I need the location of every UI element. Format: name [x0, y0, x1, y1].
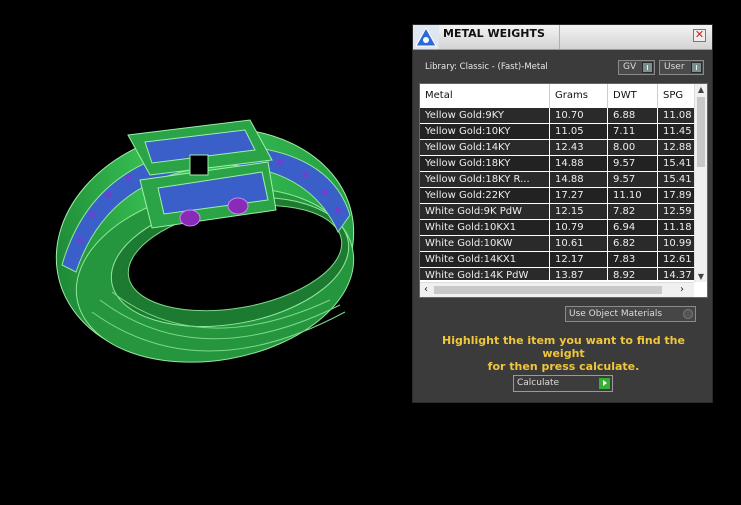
cell-grams: 14.88 — [550, 156, 608, 171]
toggle-switch-icon — [642, 62, 653, 73]
cell-dwt: 9.57 — [608, 156, 658, 171]
metal-table: Metal Grams DWT SPG Yellow Gold:9KY 10.70… — [419, 83, 708, 298]
cell-grams: 13.87 — [550, 268, 608, 280]
cell-grams: 10.70 — [550, 108, 608, 123]
cell-dwt: 11.10 — [608, 188, 658, 203]
cell-metal: Yellow Gold:10KY — [420, 124, 550, 139]
cell-metal: Yellow Gold:14KY — [420, 140, 550, 155]
cell-dwt: 6.82 — [608, 236, 658, 251]
table-row[interactable]: Yellow Gold:18KY R... 14.88 9.57 15.41 — [420, 172, 694, 188]
user-toggle-label: User — [664, 62, 685, 72]
cell-spg: 12.88 — [663, 142, 692, 153]
table-row[interactable]: White Gold:10KW 10.61 6.82 10.99 — [420, 236, 694, 252]
instruction-text: Highlight the item you want to find the … — [421, 334, 706, 373]
cell-grams: 12.15 — [550, 204, 608, 219]
cell-dwt: 8.92 — [608, 268, 658, 280]
instruction-line-1: Highlight the item you want to find the … — [442, 334, 685, 360]
table-row[interactable]: Yellow Gold:10KY 11.05 7.11 11.45 — [420, 124, 694, 140]
cell-grams: 11.05 — [550, 124, 608, 139]
table-row[interactable]: White Gold:14KX1 12.17 7.83 12.61 — [420, 252, 694, 268]
app-logo-icon — [413, 25, 439, 49]
cell-spg: 15.41 — [663, 174, 692, 185]
cell-grams: 14.88 — [550, 172, 608, 187]
gv-toggle-label: GV — [623, 62, 637, 72]
cell-grams: 17.27 — [550, 188, 608, 203]
vertical-scroll-thumb[interactable] — [697, 97, 705, 167]
scroll-down-icon[interactable]: ▼ — [695, 271, 707, 282]
cell-dwt: 9.57 — [608, 172, 658, 187]
radio-icon — [683, 309, 693, 319]
calculate-button[interactable]: Calculate — [513, 375, 613, 392]
scroll-up-icon[interactable]: ▲ — [695, 84, 707, 95]
cell-metal: White Gold:10KW — [420, 236, 550, 251]
cell-grams: 10.79 — [550, 220, 608, 235]
horizontal-scrollbar[interactable]: ‹ › — [420, 282, 694, 297]
table-row[interactable]: White Gold:10KX1 10.79 6.94 11.18 — [420, 220, 694, 236]
cell-spg: 12.59 — [663, 206, 692, 217]
cell-spg: 15.41 — [663, 158, 692, 169]
calculate-label: Calculate — [517, 378, 560, 388]
header-metal[interactable]: Metal — [420, 84, 550, 108]
panel-titlebar[interactable]: METAL WEIGHTS ✕ — [413, 25, 712, 50]
cell-metal: White Gold:14KX1 — [420, 252, 550, 267]
cell-metal: White Gold:10KX1 — [420, 220, 550, 235]
user-toggle[interactable]: User — [659, 60, 704, 75]
header-spg[interactable]: SPG — [658, 84, 694, 108]
library-label: Library: Classic - (Fast)-Metal — [425, 62, 548, 72]
cell-spg: 12.61 — [663, 254, 692, 265]
close-icon[interactable]: ✕ — [693, 29, 706, 42]
cell-spg: 11.18 — [663, 222, 692, 233]
cell-metal: Yellow Gold:18KY — [420, 156, 550, 171]
table-row[interactable]: White Gold:14K PdW 13.87 8.92 14.37 — [420, 268, 694, 280]
gv-toggle[interactable]: GV — [618, 60, 655, 75]
panel-title: METAL WEIGHTS — [443, 27, 545, 40]
horizontal-scroll-thumb[interactable] — [434, 286, 662, 294]
cell-spg: 11.45 — [663, 126, 692, 137]
table-header: Metal Grams DWT SPG — [420, 84, 694, 108]
table-row[interactable]: White Gold:9K PdW 12.15 7.82 12.59 — [420, 204, 694, 220]
table-row[interactable]: Yellow Gold:18KY 14.88 9.57 15.41 — [420, 156, 694, 172]
cell-metal: White Gold:9K PdW — [420, 204, 550, 219]
cell-dwt: 7.82 — [608, 204, 658, 219]
cell-grams: 12.43 — [550, 140, 608, 155]
vertical-scrollbar[interactable]: ▲ ▼ — [694, 84, 707, 282]
cell-dwt: 7.83 — [608, 252, 658, 267]
center-bridge — [127, 119, 277, 229]
gem-2 — [227, 197, 249, 215]
instruction-line-2: for then press calculate. — [487, 360, 640, 373]
scroll-right-icon[interactable]: › — [676, 284, 688, 296]
scroll-left-icon[interactable]: ‹ — [420, 284, 432, 296]
gem-1 — [179, 209, 201, 227]
ring-model — [55, 119, 355, 363]
cell-dwt: 6.94 — [608, 220, 658, 235]
cell-grams: 10.61 — [550, 236, 608, 251]
cell-dwt: 6.88 — [608, 108, 658, 123]
cell-metal: Yellow Gold:9KY — [420, 108, 550, 123]
toggle-switch-icon — [691, 62, 702, 73]
use-object-materials-toggle[interactable]: Use Object Materials — [565, 306, 696, 322]
titlebar-divider — [559, 25, 560, 49]
cell-spg: 17.89 — [663, 190, 692, 201]
table-body: Yellow Gold:9KY 10.70 6.88 11.08 Yellow Gold… — [420, 108, 694, 280]
cell-grams: 12.17 — [550, 252, 608, 267]
cell-dwt: 8.00 — [608, 140, 658, 155]
cell-spg: 14.37 — [663, 270, 692, 280]
play-arrow-icon — [599, 378, 610, 389]
table-row[interactable]: Yellow Gold:9KY 10.70 6.88 11.08 — [420, 108, 694, 124]
cell-spg: 10.99 — [663, 238, 692, 249]
table-row[interactable]: Yellow Gold:14KY 12.43 8.00 12.88 — [420, 140, 694, 156]
table-row[interactable]: Yellow Gold:22KY 17.27 11.10 17.89 — [420, 188, 694, 204]
metal-weights-panel: METAL WEIGHTS ✕ Library: Classic - (Fast… — [412, 24, 713, 403]
cell-spg: 11.08 — [663, 110, 692, 121]
cell-metal: Yellow Gold:18KY R... — [420, 172, 550, 187]
ring-3d-viewport[interactable] — [0, 0, 410, 501]
cell-dwt: 7.11 — [608, 124, 658, 139]
cell-metal: Yellow Gold:22KY — [420, 188, 550, 203]
use-object-materials-label: Use Object Materials — [569, 309, 663, 319]
header-dwt[interactable]: DWT — [608, 84, 658, 108]
cell-metal: White Gold:14K PdW — [420, 268, 550, 280]
header-grams[interactable]: Grams — [550, 84, 608, 108]
